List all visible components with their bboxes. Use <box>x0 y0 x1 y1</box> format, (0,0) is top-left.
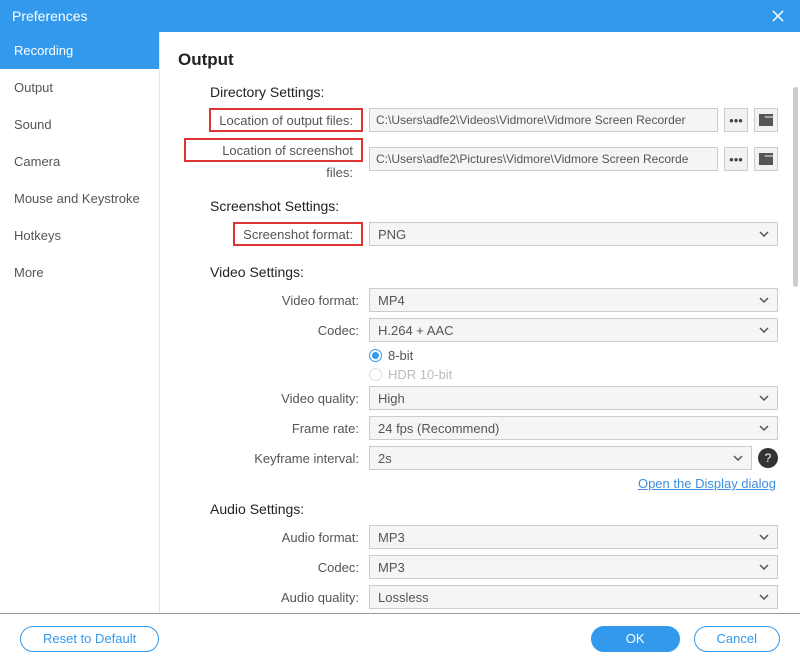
label-audio-quality: Audio quality: <box>178 590 363 605</box>
chevron-down-icon <box>757 293 771 307</box>
chevron-down-icon <box>757 391 771 405</box>
question-icon: ? <box>765 451 772 465</box>
audio-quality-value: Lossless <box>378 590 429 605</box>
section-audio-title: Audio Settings: <box>210 501 778 517</box>
label-audio-codec: Codec: <box>178 560 363 575</box>
label-audio-format: Audio format: <box>178 530 363 545</box>
video-codec-select[interactable]: H.264 + AAC <box>369 318 778 342</box>
scrollbar[interactable] <box>793 87 798 287</box>
frame-rate-select[interactable]: 24 fps (Recommend) <box>369 416 778 440</box>
folder-icon <box>759 153 773 165</box>
chevron-down-icon <box>757 421 771 435</box>
bitdepth-hdr10-radio: HDR 10-bit <box>369 367 778 382</box>
audio-codec-select[interactable]: MP3 <box>369 555 778 579</box>
frame-rate-value: 24 fps (Recommend) <box>378 421 499 436</box>
screenshot-format-select[interactable]: PNG <box>369 222 778 246</box>
label-output-location: Location of output files: <box>209 108 363 132</box>
video-codec-value: H.264 + AAC <box>378 323 454 338</box>
label-frame-rate: Frame rate: <box>178 421 363 436</box>
audio-codec-value: MP3 <box>378 560 405 575</box>
ok-button[interactable]: OK <box>591 626 680 652</box>
cancel-button[interactable]: Cancel <box>694 626 780 652</box>
label-video-quality: Video quality: <box>178 391 363 406</box>
open-screenshot-folder-button[interactable] <box>754 147 778 171</box>
label-screenshot-format: Screenshot format: <box>233 222 363 246</box>
video-format-select[interactable]: MP4 <box>369 288 778 312</box>
ellipsis-icon: ••• <box>729 113 743 128</box>
window-title: Preferences <box>12 8 87 24</box>
sidebar-item-hotkeys[interactable]: Hotkeys <box>0 217 159 254</box>
chevron-down-icon <box>731 451 745 465</box>
bitdepth-8bit-label: 8-bit <box>388 348 413 363</box>
chevron-down-icon <box>757 590 771 604</box>
reset-to-default-button[interactable]: Reset to Default <box>20 626 159 652</box>
label-video-codec: Codec: <box>178 323 363 338</box>
output-location-input[interactable]: C:\Users\adfe2\Videos\Vidmore\Vidmore Sc… <box>369 108 718 132</box>
title-bar: Preferences <box>0 0 800 32</box>
page-title: Output <box>178 50 778 70</box>
audio-format-value: MP3 <box>378 530 405 545</box>
browse-screenshot-button[interactable]: ••• <box>724 147 748 171</box>
sidebar-item-more[interactable]: More <box>0 254 159 291</box>
radio-icon <box>369 349 382 362</box>
sidebar-item-mouse-keystroke[interactable]: Mouse and Keystroke <box>0 180 159 217</box>
close-icon <box>771 9 785 23</box>
open-display-dialog-link[interactable]: Open the Display dialog <box>638 476 776 491</box>
chevron-down-icon <box>757 227 771 241</box>
content-panel: Output Directory Settings: Location of o… <box>160 32 800 613</box>
chevron-down-icon <box>757 560 771 574</box>
sidebar-item-output[interactable]: Output <box>0 69 159 106</box>
sidebar: Recording Output Sound Camera Mouse and … <box>0 32 160 613</box>
bitdepth-hdr10-label: HDR 10-bit <box>388 367 452 382</box>
close-button[interactable] <box>768 6 788 26</box>
keyframe-interval-select[interactable]: 2s <box>369 446 752 470</box>
folder-icon <box>759 114 773 126</box>
label-screenshot-location: Location of screenshot files: <box>184 138 363 162</box>
video-quality-select[interactable]: High <box>369 386 778 410</box>
browse-output-button[interactable]: ••• <box>724 108 748 132</box>
section-screenshot-title: Screenshot Settings: <box>210 198 778 214</box>
footer: Reset to Default OK Cancel <box>0 613 800 663</box>
ellipsis-icon: ••• <box>729 152 743 167</box>
sidebar-item-recording[interactable]: Recording <box>0 32 159 69</box>
screenshot-format-value: PNG <box>378 227 406 242</box>
chevron-down-icon <box>757 323 771 337</box>
open-output-folder-button[interactable] <box>754 108 778 132</box>
chevron-down-icon <box>757 530 771 544</box>
bitdepth-8bit-radio[interactable]: 8-bit <box>369 348 778 363</box>
audio-quality-select[interactable]: Lossless <box>369 585 778 609</box>
section-directory-title: Directory Settings: <box>210 84 778 100</box>
sidebar-item-camera[interactable]: Camera <box>0 143 159 180</box>
sidebar-item-sound[interactable]: Sound <box>0 106 159 143</box>
radio-icon <box>369 368 382 381</box>
keyframe-help-button[interactable]: ? <box>758 448 778 468</box>
label-keyframe-interval: Keyframe interval: <box>178 451 363 466</box>
screenshot-location-input[interactable]: C:\Users\adfe2\Pictures\Vidmore\Vidmore … <box>369 147 718 171</box>
video-quality-value: High <box>378 391 405 406</box>
video-format-value: MP4 <box>378 293 405 308</box>
section-video-title: Video Settings: <box>210 264 778 280</box>
audio-format-select[interactable]: MP3 <box>369 525 778 549</box>
keyframe-interval-value: 2s <box>378 451 392 466</box>
label-video-format: Video format: <box>178 293 363 308</box>
